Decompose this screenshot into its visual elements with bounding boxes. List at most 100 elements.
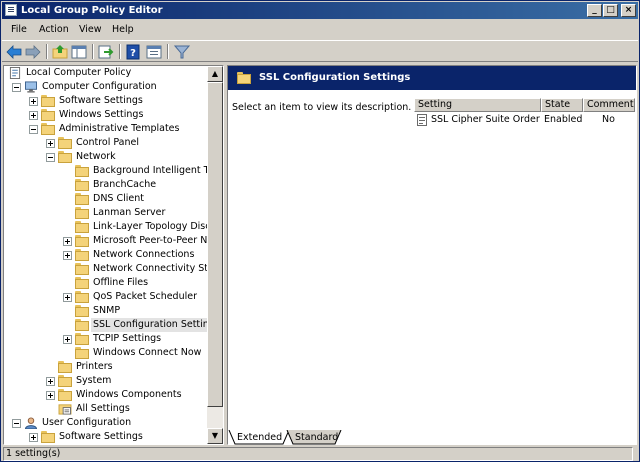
folder-icon	[75, 277, 89, 289]
folder-icon	[58, 137, 72, 149]
tree-item[interactable]: Link-Layer Topology Discove	[4, 220, 208, 234]
expand-icon[interactable]	[63, 251, 72, 260]
folder-icon	[75, 263, 89, 275]
user-icon	[24, 417, 38, 429]
tree-item[interactable]: BranchCache	[4, 178, 208, 192]
details-header: SSL Configuration Settings	[228, 66, 636, 90]
tree-item-label: Administrative Templates	[59, 123, 180, 134]
folder-icon	[75, 235, 89, 247]
tree-item[interactable]: QoS Packet Scheduler	[4, 290, 208, 304]
menu-bar: File Action View Help	[2, 21, 638, 39]
list-header: Setting State Comment	[414, 98, 636, 112]
tree-item[interactable]: Lanman Server	[4, 206, 208, 220]
expand-icon[interactable]	[29, 433, 38, 442]
tree-item-label: System	[76, 375, 112, 386]
tree-item[interactable]: Network Connectivity Status	[4, 262, 208, 276]
expand-icon[interactable]	[46, 139, 55, 148]
tree-item[interactable]: Printers	[4, 360, 208, 374]
tree-item[interactable]: Computer Configuration	[4, 80, 208, 94]
computer-icon	[25, 81, 37, 93]
back-icon[interactable]	[6, 44, 22, 60]
tree-item[interactable]: Software Settings	[4, 430, 208, 444]
expand-icon[interactable]	[63, 335, 72, 344]
folder-icon	[75, 333, 89, 345]
scroll-up-button[interactable]: ▲	[207, 66, 223, 82]
folder-icon	[237, 72, 251, 84]
menu-file[interactable]: File	[11, 24, 27, 36]
tree-item[interactable]: Windows Components	[4, 388, 208, 402]
show-tree-icon[interactable]	[71, 44, 87, 60]
expand-icon[interactable]	[29, 97, 38, 106]
export-icon[interactable]	[98, 44, 114, 60]
folder-icon	[75, 165, 89, 177]
menu-view[interactable]: View	[79, 24, 102, 36]
view-tabs: Extended Standard	[227, 430, 637, 445]
expand-icon[interactable]	[29, 111, 38, 120]
collapse-icon[interactable]	[46, 153, 55, 162]
tree-item[interactable]: SSL Configuration Settings	[4, 318, 208, 332]
tab-standard[interactable]: Standard	[295, 431, 338, 444]
tree-item[interactable]: All Settings	[4, 402, 208, 416]
collapse-icon[interactable]	[29, 125, 38, 134]
tree-item[interactable]: Administrative Templates	[4, 122, 208, 136]
expand-icon[interactable]	[46, 377, 55, 386]
tree-item[interactable]: Network	[4, 150, 208, 164]
maximize-button[interactable]: □	[603, 4, 618, 17]
tree-item[interactable]: Network Connections	[4, 248, 208, 262]
tree-item[interactable]: TCPIP Settings	[4, 332, 208, 346]
close-button[interactable]: ×	[621, 4, 636, 17]
filter-icon[interactable]	[174, 44, 190, 60]
tab-extended[interactable]: Extended	[237, 431, 282, 444]
policy-editor-icon	[5, 4, 17, 16]
tree-item[interactable]: Software Settings	[4, 94, 208, 108]
folder-icon	[75, 207, 89, 219]
tree-item[interactable]: Windows Settings	[4, 108, 208, 122]
tree-item[interactable]: Offline Files	[4, 276, 208, 290]
tree-item[interactable]: SNMP	[4, 304, 208, 318]
tree-item-label: QoS Packet Scheduler	[93, 291, 197, 302]
help-icon[interactable]: ?	[125, 44, 141, 60]
collapse-icon[interactable]	[12, 419, 21, 428]
up-folder-icon[interactable]	[52, 44, 68, 60]
tree-item-label: Background Intelligent Trans	[93, 165, 208, 176]
scroll-down-button[interactable]: ▼	[207, 428, 223, 444]
tree-item-label: Microsoft Peer-to-Peer Netw	[93, 235, 208, 246]
main-window: Local Group Policy Editor _ □ × File Act…	[0, 0, 640, 462]
folder-icon	[58, 389, 72, 401]
expand-icon[interactable]	[63, 237, 72, 246]
tree-scrollbar[interactable]: ▲ ▼	[207, 66, 223, 444]
minimize-button[interactable]: _	[587, 4, 602, 17]
setting-name: SSL Cipher Suite Order	[431, 114, 540, 125]
list-item[interactable]: SSL Cipher Suite Order Enabled No	[414, 112, 636, 127]
column-comment[interactable]: Comment	[583, 98, 635, 112]
tree-item-label: All Settings	[76, 403, 130, 414]
column-setting[interactable]: Setting	[414, 98, 541, 112]
title-bar[interactable]: Local Group Policy Editor _ □ ×	[2, 2, 638, 19]
tree-item[interactable]: Background Intelligent Trans	[4, 164, 208, 178]
tree-item[interactable]: Control Panel	[4, 136, 208, 150]
folder-icon	[75, 221, 89, 233]
tree-item-label: Link-Layer Topology Discove	[93, 221, 208, 232]
expand-icon[interactable]	[46, 391, 55, 400]
expand-icon[interactable]	[63, 293, 72, 302]
column-state[interactable]: State	[541, 98, 583, 112]
menu-help[interactable]: Help	[112, 24, 134, 36]
forward-icon[interactable]	[25, 44, 41, 60]
properties-icon[interactable]	[146, 44, 162, 60]
tree-item[interactable]: User Configuration	[4, 416, 208, 430]
tree-item[interactable]: Windows Connect Now	[4, 346, 208, 360]
menu-action[interactable]: Action	[39, 24, 69, 36]
tree-item[interactable]: System	[4, 374, 208, 388]
tree-item[interactable]: Local Computer Policy	[4, 66, 208, 80]
tree-item[interactable]: DNS Client	[4, 192, 208, 206]
tree-pane: Local Computer Policy Computer Configurat…	[3, 65, 224, 445]
scroll-thumb[interactable]	[207, 82, 223, 407]
toolbar-separator	[167, 44, 169, 59]
collapse-icon[interactable]	[12, 83, 21, 92]
tree-item[interactable]: Microsoft Peer-to-Peer Netw	[4, 234, 208, 248]
console-tree: Local Computer Policy Computer Configurat…	[4, 66, 208, 444]
tree-item-label: TCPIP Settings	[93, 333, 162, 344]
policy-setting-icon	[417, 114, 427, 126]
settings-icon	[58, 404, 72, 415]
tree-item-label: BranchCache	[93, 179, 157, 190]
